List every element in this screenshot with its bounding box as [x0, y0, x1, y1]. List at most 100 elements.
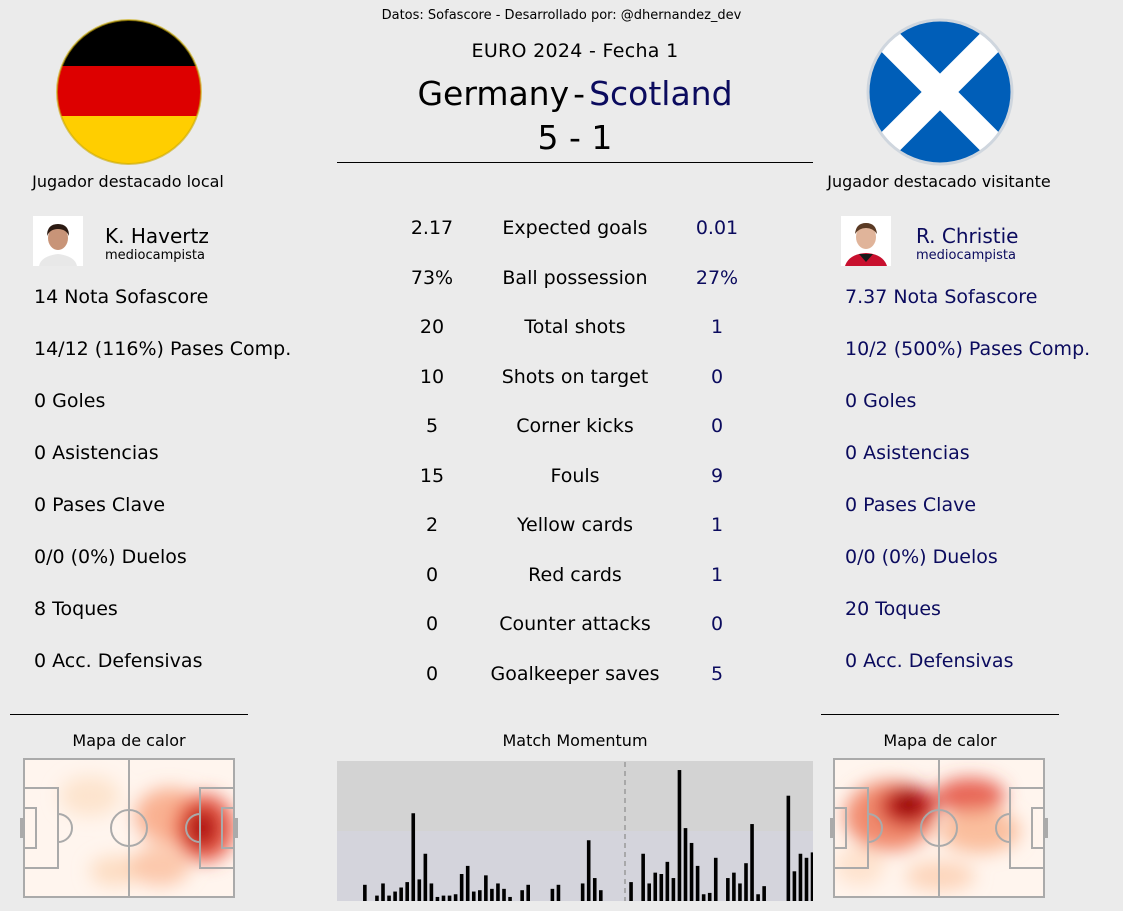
stat-label: Total shots [524, 316, 626, 338]
stat-home-value: 10 [419, 365, 445, 388]
stat-label: Red cards [528, 563, 622, 586]
home-featured-label: Jugador destacado local [32, 172, 224, 191]
momentum-bar [556, 884, 561, 901]
stat-home-value: 0 [425, 662, 439, 685]
stat-away-value: 9 [710, 464, 724, 487]
team-separator: - [573, 74, 586, 113]
player-stat-line: 7.37 Nota Sofascore [845, 286, 1038, 308]
player-photo-icon [841, 216, 891, 266]
stat-away-value: 27% [695, 266, 739, 289]
away-featured-label: Jugador destacado visitante [827, 172, 1051, 191]
momentum-bar [393, 891, 397, 901]
momentum-bar [647, 883, 651, 901]
momentum-bar [417, 879, 422, 901]
stat-home-value: 0 [425, 613, 439, 635]
momentum-bar [465, 865, 470, 901]
stat-label: Corner kicks [516, 415, 634, 437]
momentum-bar [423, 853, 428, 901]
momentum-bar [659, 874, 664, 901]
momentum-bar [363, 884, 367, 901]
momentum-bar [399, 887, 403, 901]
home-player-position: mediocampista [105, 248, 205, 263]
momentum-bar [496, 883, 500, 901]
player-stat-line: 0 Asistencias [845, 442, 970, 464]
stat-label: Goalkeeper saves [490, 662, 660, 685]
stat-label: Shots on target [501, 365, 649, 388]
momentum-title: Match Momentum [502, 731, 648, 750]
momentum-bar [665, 861, 670, 901]
momentum-home-zone [337, 761, 813, 831]
player-stat-line: 0 Acc. Defensivas [34, 650, 203, 672]
away-section-divider [821, 714, 1059, 715]
momentum-bar [798, 853, 803, 901]
stat-label: Yellow cards [516, 514, 634, 536]
stat-label: Fouls [550, 464, 600, 487]
momentum-bar [653, 872, 658, 901]
stat-away-value: 0 [710, 613, 724, 635]
stat-away-value: 0 [710, 365, 724, 388]
stat-home-value: 2 [425, 514, 439, 536]
home-heatmap [20, 758, 238, 898]
momentum-bar [471, 891, 476, 901]
momentum-bar [677, 770, 682, 901]
momentum-bar [804, 857, 809, 901]
player-stat-line: 0 Goles [845, 390, 917, 412]
momentum-bar [756, 894, 760, 901]
player-photo-icon [33, 216, 83, 266]
momentum-bar [810, 852, 813, 901]
momentum-bar [520, 890, 524, 901]
momentum-bar [411, 813, 416, 901]
momentum-bar [459, 874, 464, 901]
momentum-bar [586, 840, 591, 901]
momentum-bar [447, 895, 452, 901]
player-stat-line: 0/0 (0%) Duelos [845, 546, 998, 568]
stat-home-value: 20 [419, 316, 445, 338]
momentum-bar [701, 894, 706, 901]
momentum-bar [592, 878, 597, 901]
momentum-bar [429, 883, 434, 901]
momentum-bar [484, 875, 488, 901]
home-section-divider [10, 714, 248, 715]
momentum-bar [671, 878, 676, 901]
momentum-bar [550, 888, 555, 901]
player-stat-line: 0/0 (0%) Duelos [34, 546, 187, 568]
stat-away-value: 0 [710, 415, 724, 437]
momentum-bar [744, 863, 748, 901]
momentum-bar [750, 824, 754, 901]
away-player-name: R. Christie [916, 224, 1019, 248]
scotland-flag-icon [866, 18, 1014, 166]
away-player-position: mediocampista [916, 248, 1016, 263]
player-stat-line: 0 Goles [34, 390, 106, 412]
stat-home-value: 15 [419, 464, 445, 487]
momentum-bar [405, 882, 409, 901]
momentum-bar [786, 795, 791, 901]
stat-away-value: 1 [710, 563, 724, 586]
momentum-bar [726, 878, 730, 901]
momentum-bar [713, 857, 718, 901]
momentum-bar [375, 895, 379, 901]
germany-flag-icon [56, 19, 202, 165]
stat-away-value: 0.01 [695, 217, 739, 239]
stat-home-value: 2.17 [410, 217, 454, 239]
home-player-name: K. Havertz [105, 224, 209, 248]
momentum-bar [381, 883, 385, 901]
stat-home-value: 73% [410, 266, 454, 289]
momentum-bar [732, 872, 736, 901]
home-heatmap-title: Mapa de calor [72, 731, 186, 750]
momentum-bar [792, 871, 797, 901]
momentum-chart [337, 761, 813, 901]
away-team-name: Scotland [589, 74, 733, 113]
header-divider [337, 162, 813, 163]
momentum-bar [490, 888, 494, 901]
stat-home-value: 5 [425, 415, 439, 437]
momentum-bar [453, 894, 458, 901]
momentum-bar [441, 895, 446, 901]
player-stat-line: 0 Acc. Defensivas [845, 650, 1014, 672]
away-player-avatar [841, 216, 891, 266]
momentum-bar [508, 896, 512, 901]
momentum-bar [689, 842, 694, 901]
away-heatmap-title: Mapa de calor [883, 731, 997, 750]
player-stat-line: 0 Asistencias [34, 442, 159, 464]
home-player-avatar [33, 216, 83, 266]
home-team-name: Germany [417, 74, 570, 113]
